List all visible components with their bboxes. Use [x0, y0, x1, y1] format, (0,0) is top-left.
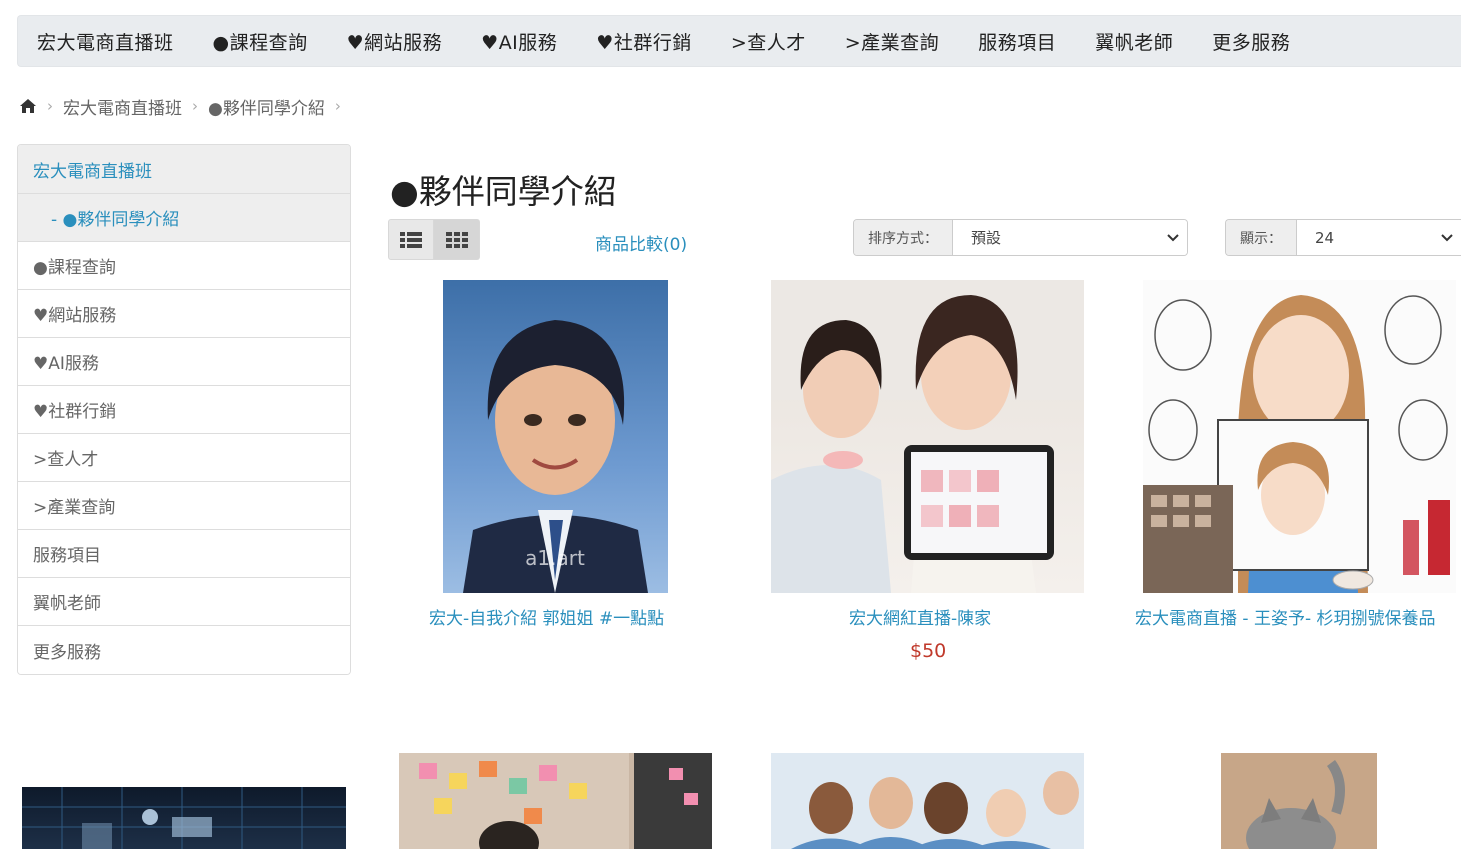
sidebar-item-talent-search[interactable]: >查人才	[18, 434, 350, 482]
show-label: 顯示：	[1226, 220, 1297, 255]
chevron-right-icon: ›	[192, 97, 198, 115]
sidebar-item-ai-service[interactable]: ♥AI服務	[18, 338, 350, 386]
sidebar-item-industry-search[interactable]: >產業查詢	[18, 482, 350, 530]
view-toggle	[388, 219, 480, 260]
chevron-right-icon: ›	[47, 97, 53, 115]
sticky-notes-illustration	[399, 753, 712, 849]
show-select-group: 顯示： 24	[1225, 219, 1461, 256]
product-price: $50	[910, 640, 947, 662]
product-name[interactable]: 宏大電商直播 - 王姿予- 杉玥捌號保養品	[1135, 604, 1461, 629]
nav-item-web-service[interactable]: ♥網站服務	[347, 28, 443, 55]
nav-item-more[interactable]: 更多服務	[1212, 28, 1290, 55]
product-name[interactable]: 宏大網紅直播-陳家	[849, 604, 991, 629]
sort-value: 預設	[971, 229, 1002, 247]
chevron-down-icon	[1441, 233, 1453, 241]
nav-item-talent-search[interactable]: >查人才	[731, 28, 806, 55]
product-image[interactable]: a1.art	[443, 280, 668, 593]
product-image[interactable]	[1221, 753, 1377, 849]
chevron-right-icon: ›	[334, 97, 341, 115]
nav-item-social-marketing[interactable]: ♥社群行銷	[596, 28, 692, 55]
sidebar-item-social-marketing[interactable]: ♥社群行銷	[18, 386, 350, 434]
cat-illustration	[1221, 753, 1377, 849]
home-icon[interactable]	[19, 98, 37, 114]
sort-label: 排序方式：	[854, 220, 953, 255]
product-image[interactable]	[1143, 280, 1456, 593]
show-select[interactable]: 24	[1297, 220, 1461, 255]
portrait-illustration: a1.art	[463, 320, 648, 593]
list-view-button[interactable]	[388, 219, 434, 260]
livestream-illustration	[771, 280, 1084, 593]
grid-icon	[445, 231, 468, 248]
nav-item-teacher[interactable]: 翼帆老師	[1095, 28, 1173, 55]
circuit-illustration	[22, 787, 346, 849]
sidebar-item-partners[interactable]: - ●夥伴同學介紹	[18, 194, 350, 242]
medical-team-illustration	[791, 771, 1079, 849]
nav-item-ai-service[interactable]: ♥AI服務	[481, 28, 557, 55]
top-navigation: 宏大電商直播班 ●課程查詢 ♥網站服務 ♥AI服務 ♥社群行銷 >查人才 >產業…	[17, 15, 1461, 67]
product-image[interactable]	[771, 280, 1084, 593]
nav-item-services[interactable]: 服務項目	[978, 28, 1056, 55]
makeup-illustration	[1143, 295, 1450, 593]
breadcrumb-item-live-class[interactable]: 宏大電商直播班	[63, 94, 182, 119]
show-value: 24	[1315, 228, 1335, 247]
nav-item-live-class[interactable]: 宏大電商直播班	[37, 28, 174, 55]
product-image[interactable]	[771, 753, 1084, 849]
sidebar-item-teacher[interactable]: 翼帆老師	[18, 578, 350, 626]
sidebar-item-web-service[interactable]: ♥網站服務	[18, 290, 350, 338]
sidebar-item-services[interactable]: 服務項目	[18, 530, 350, 578]
sort-select-group: 排序方式： 預設	[853, 219, 1188, 256]
grid-view-button[interactable]	[434, 219, 480, 260]
sidebar-item-more[interactable]: 更多服務	[18, 626, 350, 674]
product-name[interactable]: 宏大-自我介紹 郭姐姐 #一點點	[429, 604, 664, 629]
image-watermark: a1.art	[525, 546, 585, 570]
list-icon	[400, 231, 422, 248]
sort-select[interactable]: 預設	[953, 220, 1187, 255]
sidebar-item-live-class[interactable]: 宏大電商直播班	[18, 145, 350, 194]
nav-item-course-search[interactable]: ●課程查詢	[213, 28, 308, 55]
product-image[interactable]	[399, 753, 712, 849]
product-compare-link[interactable]: 商品比較(0)	[595, 230, 687, 255]
chevron-down-icon	[1167, 233, 1179, 241]
sidebar: 宏大電商直播班 - ●夥伴同學介紹 ●課程查詢 ♥網站服務 ♥AI服務 ♥社群行…	[17, 144, 351, 675]
sidebar-item-course-search[interactable]: ●課程查詢	[18, 242, 350, 290]
sidebar-banner-image[interactable]	[22, 787, 346, 849]
nav-item-industry-search[interactable]: >產業查詢	[845, 28, 939, 55]
page-title: ●夥伴同學介紹	[390, 172, 617, 211]
breadcrumb-item-partners[interactable]: ●夥伴同學介紹	[208, 94, 325, 119]
breadcrumb: › 宏大電商直播班 › ●夥伴同學介紹 ›	[19, 94, 351, 119]
